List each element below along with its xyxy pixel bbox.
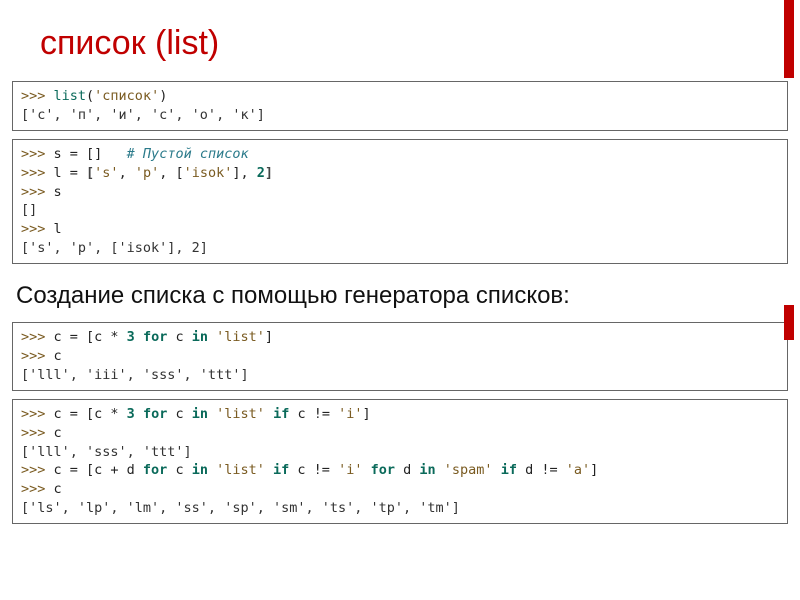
code: s: [54, 184, 62, 200]
code: 'isok': [184, 165, 233, 181]
output: ['lll', 'sss', 'ttt']: [21, 444, 192, 460]
page-title: список (list): [0, 0, 800, 75]
prompt: >>>: [21, 348, 54, 364]
code: 'p': [135, 165, 159, 181]
code: l: [54, 221, 62, 237]
code: 'spam': [444, 462, 493, 478]
code: c = [c *: [54, 406, 127, 422]
code: in: [192, 462, 208, 478]
code: [493, 462, 501, 478]
output: ['lll', 'iii', 'sss', 'ttt']: [21, 367, 249, 383]
code: if: [273, 406, 289, 422]
code: if: [501, 462, 517, 478]
code: c: [54, 348, 62, 364]
code: 'list': [216, 329, 265, 345]
prompt: >>>: [21, 329, 54, 345]
code: c: [54, 481, 62, 497]
section-subtitle: Создание списка с помощью генератора спи…: [0, 272, 800, 316]
prompt: >>>: [21, 425, 54, 441]
comment: # Пустой список: [110, 146, 248, 162]
code: (: [86, 88, 94, 104]
code: 2: [257, 165, 265, 181]
code: ): [159, 88, 167, 104]
code: s = []: [54, 146, 111, 162]
code: 'i': [338, 462, 362, 478]
code: [265, 462, 273, 478]
output: []: [21, 202, 37, 218]
code: 's': [94, 165, 118, 181]
code: ]: [590, 462, 598, 478]
code: 'list': [216, 462, 265, 478]
prompt: >>>: [21, 221, 54, 237]
code: 'a': [566, 462, 590, 478]
code: in: [419, 462, 435, 478]
code: in: [192, 406, 208, 422]
code-block-1: >>> list('список') ['с', 'п', 'и', 'с', …: [12, 81, 788, 131]
code: list: [54, 88, 87, 104]
code: d: [395, 462, 419, 478]
code: [265, 406, 273, 422]
code: d !=: [517, 462, 566, 478]
accent-bar-2: [784, 305, 794, 340]
code: 'list': [216, 406, 265, 422]
code: c: [167, 406, 191, 422]
code: 3: [127, 329, 135, 345]
code: c: [54, 425, 62, 441]
code-block-4: >>> c = [c * 3 for c in 'list' if c != '…: [12, 399, 788, 524]
code: [: [86, 165, 94, 181]
code: c = [c *: [54, 329, 127, 345]
code: 3: [127, 406, 135, 422]
code-block-3: >>> c = [c * 3 for c in 'list'] >>> c ['…: [12, 322, 788, 391]
code: 'список': [94, 88, 159, 104]
code: ],: [232, 165, 256, 181]
code: [208, 462, 216, 478]
prompt: >>>: [21, 406, 54, 422]
code: for: [143, 462, 167, 478]
code: c !=: [289, 406, 338, 422]
code: c: [167, 329, 191, 345]
prompt: >>>: [21, 462, 54, 478]
code: ]: [265, 329, 273, 345]
code: ,: [119, 165, 135, 181]
code: [208, 406, 216, 422]
code-block-2: >>> s = [] # Пустой список >>> l = ['s',…: [12, 139, 788, 264]
code: [135, 329, 143, 345]
output: ['s', 'p', ['isok'], 2]: [21, 240, 208, 256]
code: in: [192, 329, 208, 345]
code: c: [167, 462, 191, 478]
prompt: >>>: [21, 481, 54, 497]
output: ['ls', 'lp', 'lm', 'ss', 'sp', 'sm', 'ts…: [21, 500, 460, 516]
code: [135, 406, 143, 422]
code: [436, 462, 444, 478]
prompt: >>>: [21, 88, 54, 104]
code: ]: [265, 165, 273, 181]
code: c = [c + d: [54, 462, 143, 478]
code: for: [143, 329, 167, 345]
code: c !=: [289, 462, 338, 478]
code: [362, 462, 370, 478]
code: if: [273, 462, 289, 478]
code: l =: [54, 165, 87, 181]
code: , [: [159, 165, 183, 181]
code: 'i': [338, 406, 362, 422]
prompt: >>>: [21, 146, 54, 162]
accent-bar-1: [784, 0, 794, 78]
code: for: [371, 462, 395, 478]
output: ['с', 'п', 'и', 'с', 'о', 'к']: [21, 107, 265, 123]
code: ]: [363, 406, 371, 422]
code: [208, 329, 216, 345]
prompt: >>>: [21, 184, 54, 200]
prompt: >>>: [21, 165, 54, 181]
code: for: [143, 406, 167, 422]
